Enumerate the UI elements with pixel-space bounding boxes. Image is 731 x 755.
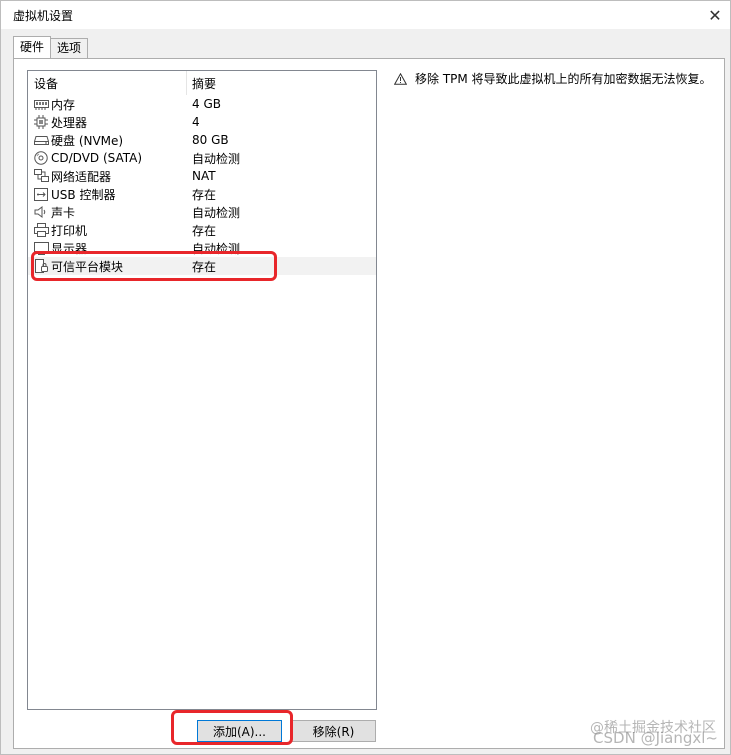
device-summary: 存在	[192, 223, 217, 238]
usb-controller-icon	[33, 187, 49, 201]
column-header-summary[interactable]: 摘要	[187, 71, 367, 95]
tpm-icon	[33, 258, 49, 273]
tab-bar: 硬件 选项	[13, 36, 89, 58]
vm-settings-window: 虚拟机设置 ✕ 硬件 选项 设备 摘要 内存 4 GB 处理器 4 硬盘 (NV…	[0, 0, 731, 755]
device-row-processor[interactable]: 处理器 4	[28, 113, 376, 131]
device-summary: 存在	[192, 259, 217, 274]
device-name: 内存	[51, 97, 76, 112]
device-row-hard-disk[interactable]: 硬盘 (NVMe) 80 GB	[28, 131, 376, 149]
device-name: 显示器	[51, 241, 88, 256]
sound-card-icon	[33, 205, 49, 219]
device-name: USB 控制器	[51, 187, 116, 202]
device-row-tpm[interactable]: 可信平台模块 存在	[28, 257, 376, 275]
device-row-sound-card[interactable]: 声卡 自动检测	[28, 203, 376, 221]
tpm-removal-warning: 移除 TPM 将导致此虚拟机上的所有加密数据无法恢复。	[394, 70, 712, 87]
device-row-cd-dvd[interactable]: CD/DVD (SATA) 自动检测	[28, 149, 376, 167]
title-bar[interactable]: 虚拟机设置 ✕	[1, 1, 730, 29]
device-summary: 4 GB	[192, 97, 221, 111]
device-name: 硬盘 (NVMe)	[51, 133, 124, 148]
device-row-display[interactable]: 显示器 自动检测	[28, 239, 376, 257]
memory-icon	[33, 97, 49, 111]
device-row-network-adapter[interactable]: 网络适配器 NAT	[28, 167, 376, 185]
device-name: 处理器	[51, 115, 88, 130]
network-adapter-icon	[33, 169, 49, 183]
device-row-memory[interactable]: 内存 4 GB	[28, 95, 376, 113]
printer-icon	[33, 223, 49, 237]
device-summary: 4	[192, 115, 200, 129]
warning-text: 移除 TPM 将导致此虚拟机上的所有加密数据无法恢复。	[415, 72, 712, 86]
device-summary: 自动检测	[192, 151, 241, 166]
window-title: 虚拟机设置	[13, 9, 74, 23]
close-button[interactable]: ✕	[700, 1, 730, 29]
device-name: 声卡	[51, 205, 76, 220]
add-button[interactable]: 添加(A)...	[197, 720, 282, 742]
device-name: CD/DVD (SATA)	[51, 151, 143, 165]
column-header-device[interactable]: 设备	[28, 71, 187, 95]
close-icon: ✕	[708, 5, 722, 25]
watermark-csdn: CSDN @Jiangxl~	[593, 729, 718, 747]
device-list-header: 设备 摘要	[28, 71, 376, 95]
cd-dvd-icon	[33, 151, 49, 165]
remove-button[interactable]: 移除(R)	[291, 720, 376, 742]
tab-hardware[interactable]: 硬件	[13, 36, 52, 58]
device-name: 打印机	[51, 223, 88, 238]
device-row-printer[interactable]: 打印机 存在	[28, 221, 376, 239]
display-icon	[33, 241, 49, 255]
device-summary: 自动检测	[192, 241, 241, 256]
device-summary: 80 GB	[192, 133, 229, 147]
device-summary: NAT	[192, 169, 216, 183]
device-row-usb-controller[interactable]: USB 控制器 存在	[28, 185, 376, 203]
device-summary: 存在	[192, 187, 217, 202]
device-summary: 自动检测	[192, 205, 241, 220]
device-name: 可信平台模块	[51, 259, 124, 274]
processor-icon	[33, 115, 49, 129]
hard-disk-icon	[33, 133, 49, 147]
device-name: 网络适配器	[51, 169, 112, 184]
warning-icon	[394, 72, 407, 85]
tab-options[interactable]: 选项	[50, 38, 89, 58]
device-list[interactable]: 设备 摘要 内存 4 GB 处理器 4 硬盘 (NVMe) 80 GB CD/D…	[27, 70, 377, 710]
